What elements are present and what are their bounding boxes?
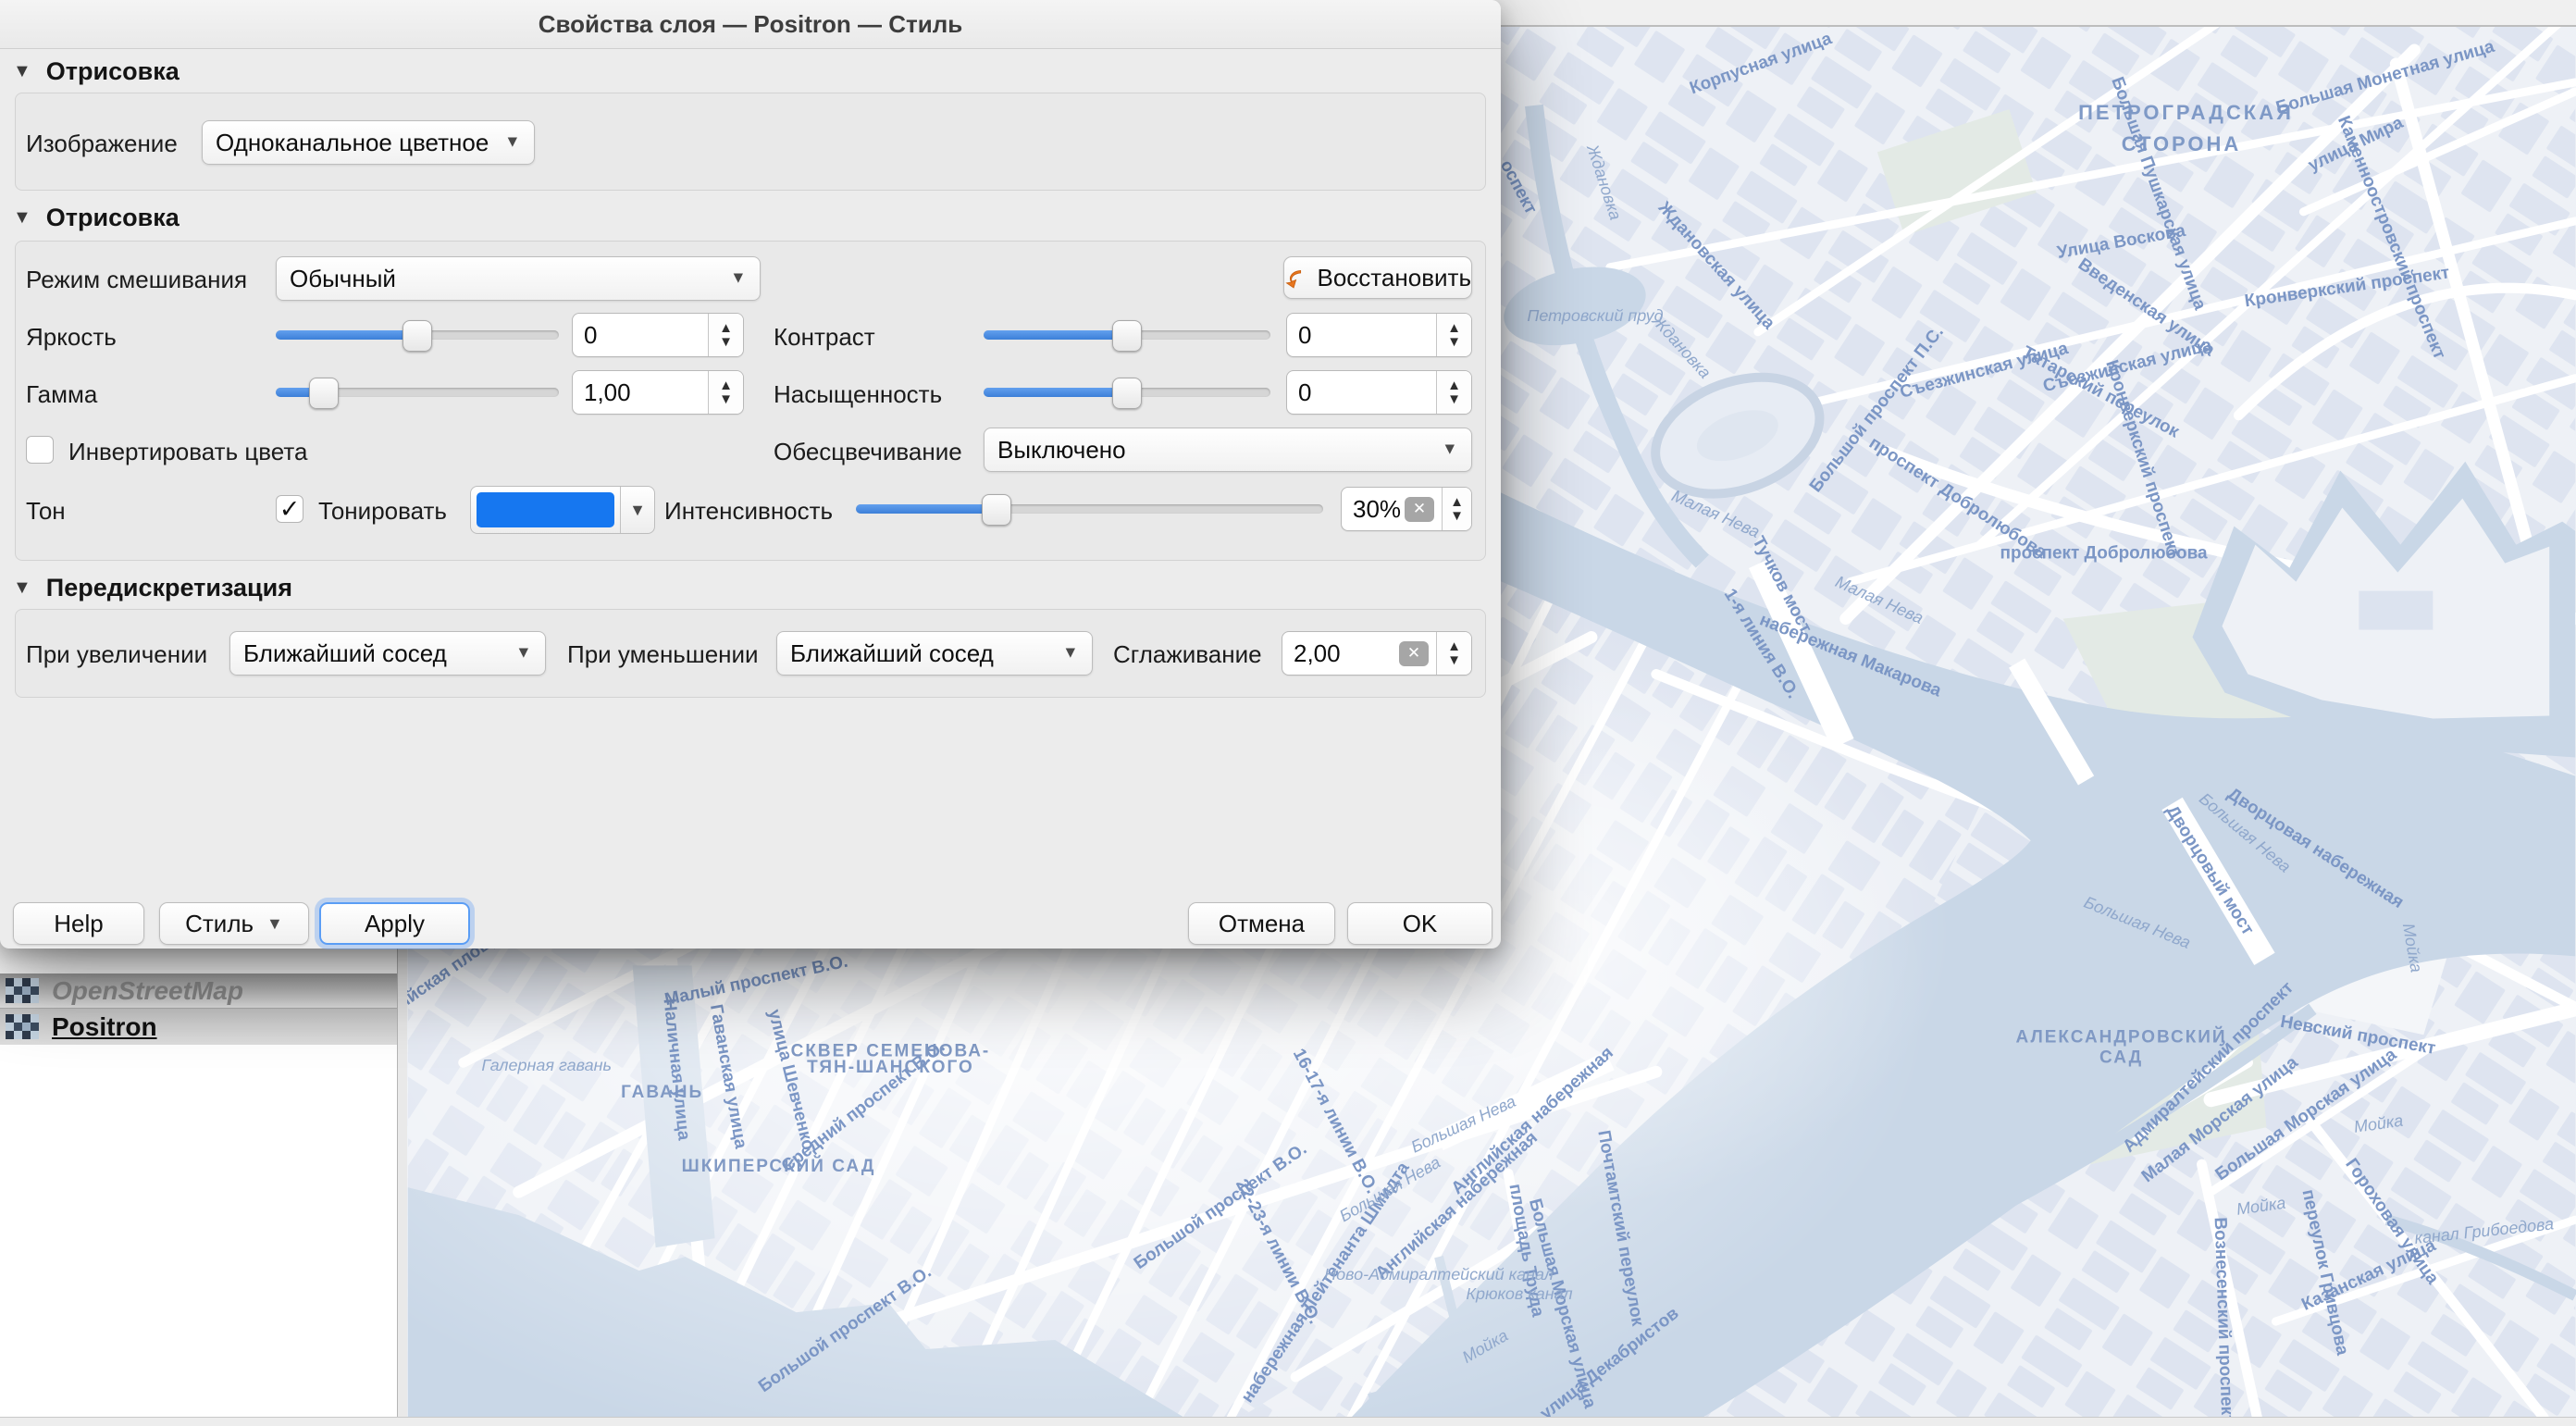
svg-text:Ново-Адмиралтейский канал: Ново-Адмиралтейский канал (1324, 1265, 1554, 1283)
zoomed-out-label: При уменьшении (567, 640, 759, 669)
section-header-rendering-1[interactable]: ▼ Отрисовка (13, 57, 180, 86)
ok-button[interactable]: OK (1347, 902, 1492, 945)
smoothing-spinbox[interactable]: 2,00 ✕ ▲▼ (1282, 631, 1472, 676)
svg-text:проспект Добролюбова: проспект Добролюбова (2000, 544, 2208, 564)
slider-handle[interactable] (1112, 320, 1142, 352)
spin-down-icon[interactable]: ▼ (1450, 509, 1464, 523)
spin-up-icon[interactable]: ▲ (1447, 639, 1461, 653)
svg-text:ПЕТРОГРАДСКАЯ: ПЕТРОГРАДСКАЯ (2078, 101, 2294, 124)
svg-text:ШКИПЕРСКИЙ САД: ШКИПЕРСКИЙ САД (682, 1156, 876, 1176)
slider-handle[interactable] (402, 320, 432, 352)
spin-up-icon[interactable]: ▲ (719, 378, 733, 392)
chevron-down-icon: ▼ (1062, 643, 1078, 663)
gamma-slider[interactable] (276, 388, 559, 397)
spin-down-icon[interactable]: ▼ (1447, 653, 1461, 667)
spin-down-icon[interactable]: ▼ (1447, 335, 1461, 349)
brightness-label: Яркость (26, 323, 117, 352)
blend-mode-select[interactable]: Обычный ▼ (276, 256, 761, 301)
chevron-down-icon: ▼ (1442, 440, 1457, 459)
saturation-spinbox[interactable]: 0 ▲▼ (1286, 370, 1472, 415)
gamma-spinbox[interactable]: 1,00 ▲▼ (572, 370, 744, 415)
layer-name: OpenStreetMap (52, 976, 243, 1006)
dialog-title: Свойства слоя — Positron — Стиль (539, 10, 962, 39)
brightness-spinbox[interactable]: 0 ▲▼ (572, 313, 744, 357)
colorize-color-button[interactable]: ▼ (470, 486, 655, 534)
dialog-titlebar[interactable]: Свойства слоя — Positron — Стиль (0, 0, 1501, 49)
zoomed-in-select[interactable]: Ближайший сосед ▼ (229, 631, 546, 676)
cancel-button[interactable]: Отмена (1188, 902, 1335, 945)
gamma-label: Гамма (26, 380, 97, 409)
zoomed-out-select[interactable]: Ближайший сосед ▼ (776, 631, 1093, 676)
contrast-spinbox[interactable]: 0 ▲▼ (1286, 313, 1472, 357)
colorize-label: Тонировать (318, 497, 447, 526)
svg-text:ГАВАНЬ: ГАВАНЬ (621, 1083, 703, 1102)
colorize-checkbox[interactable] (276, 495, 303, 523)
spin-up-icon[interactable]: ▲ (1447, 321, 1461, 335)
spin-down-icon[interactable]: ▼ (719, 335, 733, 349)
invert-colors-checkbox[interactable] (26, 436, 54, 464)
svg-text:АЛЕКСАНДРОВСКИЙ: АЛЕКСАНДРОВСКИЙ (2016, 1026, 2227, 1047)
help-button[interactable]: Help (13, 902, 144, 945)
contrast-slider[interactable] (984, 330, 1270, 340)
chevron-down-icon: ▼ (504, 132, 520, 152)
chevron-down-icon: ▼ (515, 643, 531, 663)
hue-label: Тон (26, 497, 66, 526)
raster-layer-icon (6, 1014, 39, 1040)
apply-button[interactable]: Apply (319, 902, 470, 945)
layer-name: Positron (52, 1012, 157, 1042)
reset-button[interactable]: Восстановить (1283, 256, 1472, 299)
image-label: Изображение (26, 130, 178, 158)
clear-icon[interactable]: ✕ (1399, 641, 1429, 666)
collapse-arrow-icon: ▼ (13, 577, 31, 599)
spin-up-icon[interactable]: ▲ (1447, 378, 1461, 392)
undo-icon (1284, 265, 1307, 291)
chevron-down-icon: ▼ (730, 268, 746, 288)
color-swatch (477, 492, 614, 527)
section-header-resampling[interactable]: ▼ Передискретизация (13, 574, 292, 602)
grayscale-label: Обесцвечивание (774, 438, 962, 466)
layer-item-positron[interactable]: Positron (0, 1008, 397, 1045)
image-type-select[interactable]: Одноканальное цветное ▼ (202, 120, 535, 165)
saturation-slider[interactable] (984, 388, 1270, 397)
strength-spinbox[interactable]: 30% ✕ ▲▼ (1341, 487, 1472, 531)
saturation-label: Насыщенность (774, 380, 942, 409)
svg-text:Галерная гавань: Галерная гавань (481, 1056, 612, 1074)
slider-handle[interactable] (309, 378, 339, 409)
strength-label: Интенсивность (664, 497, 833, 526)
collapse-arrow-icon: ▼ (13, 207, 31, 229)
style-button[interactable]: Стиль ▼ (159, 902, 309, 945)
chevron-down-icon[interactable]: ▼ (620, 487, 654, 533)
svg-text:ТЯН-ШАНСКОГО: ТЯН-ШАНСКОГО (807, 1058, 974, 1077)
grayscale-select[interactable]: Выключено ▼ (984, 428, 1472, 472)
svg-text:САД: САД (2099, 1048, 2143, 1067)
brightness-slider[interactable] (276, 330, 559, 340)
slider-handle[interactable] (982, 494, 1011, 526)
layer-item-openstreetmap[interactable]: OpenStreetMap (0, 973, 397, 1008)
contrast-label: Контраст (774, 323, 875, 352)
svg-text:Крюков канал: Крюков канал (1466, 1284, 1572, 1303)
spin-down-icon[interactable]: ▼ (1447, 392, 1461, 406)
strength-slider[interactable] (856, 504, 1323, 514)
layer-properties-dialog: Свойства слоя — Positron — Стиль ▼ Отрис… (0, 0, 1501, 949)
smoothing-label: Сглаживание (1113, 640, 1262, 669)
clear-icon[interactable]: ✕ (1405, 497, 1434, 522)
slider-handle[interactable] (1112, 378, 1142, 409)
spin-up-icon[interactable]: ▲ (719, 321, 733, 335)
zoomed-in-label: При увеличении (26, 640, 207, 669)
svg-text:Петровский пруд: Петровский пруд (1527, 306, 1663, 325)
spin-down-icon[interactable]: ▼ (719, 392, 733, 406)
raster-layer-icon (6, 978, 39, 1004)
blend-mode-label: Режим смешивания (26, 266, 247, 294)
section-header-rendering-2[interactable]: ▼ Отрисовка (13, 204, 180, 232)
chevron-down-icon: ▼ (266, 914, 283, 934)
invert-colors-label: Инвертировать цвета (68, 438, 307, 466)
collapse-arrow-icon: ▼ (13, 61, 31, 82)
spin-up-icon[interactable]: ▲ (1450, 495, 1464, 509)
